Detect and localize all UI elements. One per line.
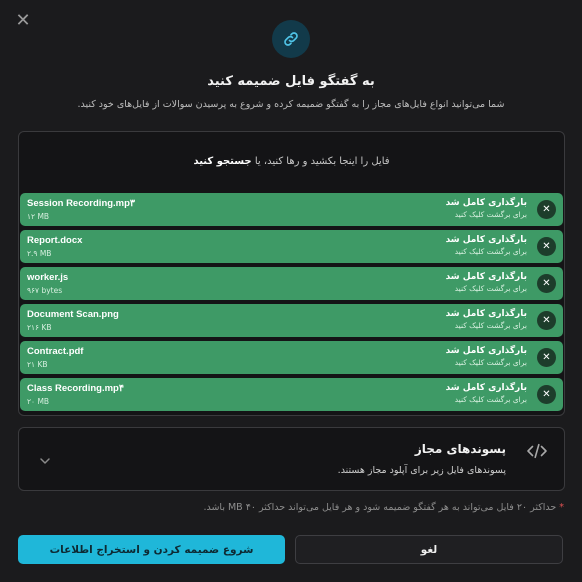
remove-file-icon[interactable]: ✕ xyxy=(537,237,556,256)
undo-hint: برای برگشت کلیک کنید xyxy=(454,395,527,404)
file-status: بارگذاری کامل شد برای برگشت کلیک کنید xyxy=(446,235,527,256)
file-status: بارگذاری کامل شد برای برگشت کلیک کنید xyxy=(446,198,527,219)
upload-status: بارگذاری کامل شد xyxy=(445,346,527,356)
file-name: Contract.pdf xyxy=(27,346,84,357)
upload-status: بارگذاری کامل شد xyxy=(445,383,527,393)
upload-status: بارگذاری کامل شد xyxy=(445,309,527,319)
file-row[interactable]: Session Recording.mp۳ ۱۲ MB بارگذاری کام… xyxy=(20,193,563,226)
limits-text: حداکثر ۲۰ فایل می‌تواند به هر گفتگو ضمیم… xyxy=(203,502,557,513)
upload-status: بارگذاری کامل شد xyxy=(445,235,527,245)
file-name: Report.docx xyxy=(27,235,83,246)
file-status: بارگذاری کامل شد برای برگشت کلیک کنید xyxy=(446,309,527,330)
file-size: ۲.۹ MB xyxy=(27,249,52,258)
file-row[interactable]: Class Recording.mp۴ ۲۰ MB بارگذاری کامل … xyxy=(20,378,563,411)
file-name: Class Recording.mp۴ xyxy=(27,383,124,394)
dropzone-text: فایل را اینجا بکشید و رها کنید، یا xyxy=(254,156,390,167)
undo-hint: برای برگشت کلیک کنید xyxy=(454,210,527,219)
undo-hint: برای برگشت کلیک کنید xyxy=(454,358,527,367)
undo-hint: برای برگشت کلیک کنید xyxy=(454,247,527,256)
code-icon xyxy=(526,442,548,460)
file-row[interactable]: worker.js ۹۶۷ bytes بارگذاری کامل شد برا… xyxy=(20,267,563,300)
remove-file-icon[interactable]: ✕ xyxy=(537,385,556,404)
paperclip-icon xyxy=(272,20,310,58)
chevron-down-icon[interactable] xyxy=(39,452,51,464)
dialog-subtitle: شما می‌توانید انواع فایل‌های مجاز را به … xyxy=(77,99,505,110)
extensions-description: پسوندهای فایل زیر برای آپلود مجاز هستند. xyxy=(337,465,506,476)
dropzone[interactable]: فایل را اینجا بکشید و رها کنید، یا جستجو… xyxy=(19,156,564,167)
required-star: * xyxy=(559,502,564,513)
file-status: بارگذاری کامل شد برای برگشت کلیک کنید xyxy=(446,346,527,367)
file-size: ۹۶۷ bytes xyxy=(27,286,63,295)
file-row[interactable]: Document Scan.png ۲۱۶ KB بارگذاری کامل ش… xyxy=(20,304,563,337)
upload-status: بارگذاری کامل شد xyxy=(445,272,527,282)
cancel-button[interactable]: لغو xyxy=(295,535,563,564)
limits-note: * حداکثر ۲۰ فایل می‌تواند به هر گفتگو ضم… xyxy=(203,502,564,513)
extensions-title: پسوندهای مجاز xyxy=(414,442,506,456)
remove-file-icon[interactable]: ✕ xyxy=(537,200,556,219)
file-size: ۲۰ MB xyxy=(27,397,50,406)
file-name: worker.js xyxy=(27,272,69,283)
file-status: بارگذاری کامل شد برای برگشت کلیک کنید xyxy=(446,272,527,293)
file-size: ۱۲ MB xyxy=(27,212,50,221)
upload-status: بارگذاری کامل شد xyxy=(445,198,527,208)
file-row[interactable]: Report.docx ۲.۹ MB بارگذاری کامل شد برای… xyxy=(20,230,563,263)
file-name: Session Recording.mp۳ xyxy=(27,198,136,209)
remove-file-icon[interactable]: ✕ xyxy=(537,274,556,293)
remove-file-icon[interactable]: ✕ xyxy=(537,348,556,367)
file-status: بارگذاری کامل شد برای برگشت کلیک کنید xyxy=(446,383,527,404)
remove-file-icon[interactable]: ✕ xyxy=(537,311,556,330)
file-row[interactable]: Contract.pdf ۲۱ KB بارگذاری کامل شد برای… xyxy=(20,341,563,374)
file-size: ۲۱۶ KB xyxy=(27,323,52,332)
file-size: ۲۱ KB xyxy=(27,360,48,369)
undo-hint: برای برگشت کلیک کنید xyxy=(454,284,527,293)
close-icon[interactable]: ✕ xyxy=(14,12,32,30)
allowed-extensions-panel[interactable]: پسوندهای مجاز پسوندهای فایل زیر برای آپل… xyxy=(18,427,565,491)
upload-panel: فایل را اینجا بکشید و رها کنید، یا جستجو… xyxy=(18,131,565,416)
dialog-title: به گفتگو فایل ضمیمه کنید xyxy=(207,74,375,89)
undo-hint: برای برگشت کلیک کنید xyxy=(454,321,527,330)
start-attach-button[interactable]: شروع ضمیمه کردن و استخراج اطلاعات xyxy=(18,535,285,564)
file-name: Document Scan.png xyxy=(27,309,119,320)
browse-link[interactable]: جستجو کنید xyxy=(193,156,251,167)
